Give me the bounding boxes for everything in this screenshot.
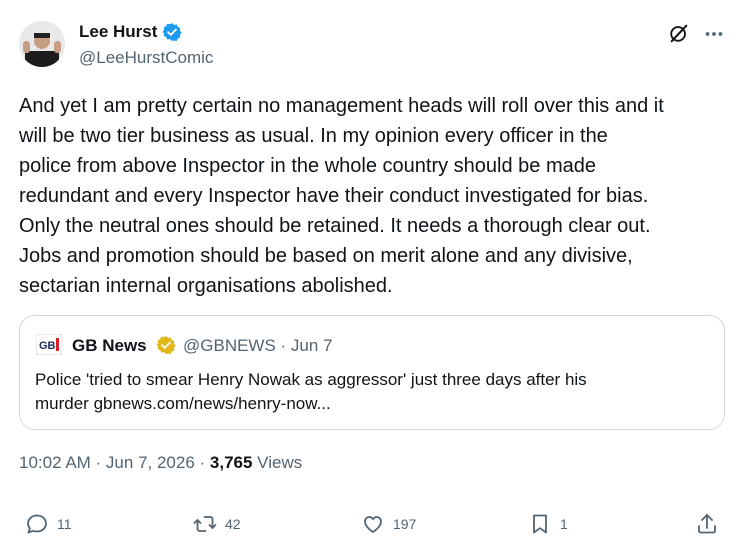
tweet-line: will be two tier business as usual. In m… (19, 125, 608, 147)
verified-badge-gold-icon (156, 336, 176, 354)
like-button[interactable]: 197 (361, 512, 416, 536)
quote-line: Police 'tried to smear Henry Nowak as ag… (35, 370, 587, 389)
svg-text:GB: GB (39, 340, 56, 352)
tweet-timestamp[interactable]: 10:02 AM · Jun 7, 2026 · (19, 453, 210, 472)
quote-line: murder gbnews.com/news/henry-now... (35, 394, 331, 413)
more-icon[interactable] (703, 24, 725, 44)
tweet-line: And yet I am pretty certain no managemen… (19, 95, 664, 117)
like-icon (364, 516, 382, 533)
bookmark-button[interactable]: 1 (528, 512, 568, 536)
tweet-text: And yet I am pretty certain no managemen… (19, 91, 731, 301)
repost-icon (193, 516, 217, 532)
quote-text: Police 'tried to smear Henry Nowak as ag… (35, 368, 685, 416)
views-count: 3,765 (209, 453, 253, 472)
author-handle[interactable]: @LeeHurstComic (79, 48, 213, 68)
tweet-line: sectarian internal organisations abolish… (19, 275, 393, 297)
bookmark-count: 1 (560, 516, 568, 532)
verified-badge-icon (162, 23, 183, 41)
avatar[interactable] (19, 21, 65, 67)
tweet-line: Only the neutral ones should be retained… (19, 215, 651, 237)
reply-icon (27, 514, 47, 534)
repost-button[interactable]: 42 (193, 512, 241, 536)
tweet-line: Jobs and promotion should be based on me… (19, 245, 633, 267)
reply-button[interactable]: 11 (25, 512, 72, 536)
reply-count: 11 (57, 516, 72, 532)
quote-author-name[interactable]: GB News (72, 336, 147, 356)
bookmark-icon (533, 514, 547, 534)
share-icon (698, 514, 716, 534)
share-button[interactable] (695, 512, 719, 536)
views-label: Views (252, 453, 303, 472)
repost-count: 42 (225, 516, 241, 532)
tweet-line: police from above Inspector in the whole… (19, 155, 597, 177)
tweet-meta: 10:02 AM · Jun 7, 2026 · 3,765 Views (19, 453, 302, 473)
author-name[interactable]: Lee Hurst (79, 22, 157, 42)
quote-tweet-card[interactable]: GB GB News @GBNEWS · Jun 7 Police 'tried… (19, 315, 725, 430)
quote-handle-date[interactable]: @GBNEWS · Jun 7 (183, 336, 333, 356)
tweet-line: redundant and every Inspector have their… (19, 185, 649, 207)
like-count: 197 (393, 516, 417, 532)
gb-news-logo: GB (36, 334, 62, 355)
author-name-row[interactable]: Lee Hurst (79, 22, 183, 42)
grok-icon[interactable] (668, 22, 690, 44)
